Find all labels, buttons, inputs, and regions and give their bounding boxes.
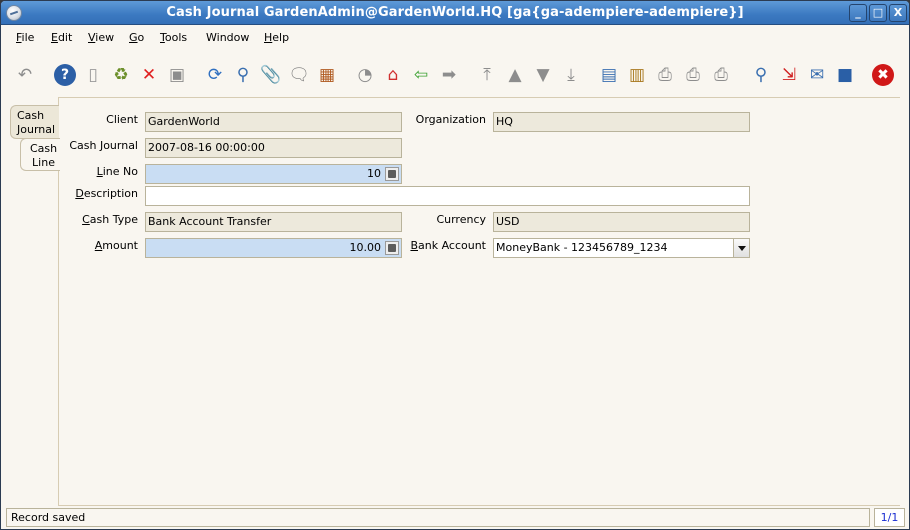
tab-cash-line-line1: Cash: [29, 142, 58, 155]
batch-print-icon[interactable]: ⎙: [710, 64, 732, 86]
cash-journal-field[interactable]: 2007-08-16 00:00:00: [145, 138, 402, 158]
window-title: Cash Journal GardenAdmin@GardenWorld.HQ …: [166, 5, 744, 20]
tab-cash-journal[interactable]: Cash Journal: [10, 105, 59, 139]
cash-type-mnemonic: C: [82, 213, 90, 226]
description-mnemonic: D: [75, 187, 84, 200]
menu-edit-mnemonic: E: [51, 31, 58, 44]
amount-label-text: mount: [102, 239, 138, 252]
tab-cash-journal-line2: Journal: [17, 123, 56, 136]
cash-type-label: Cash Type: [82, 213, 138, 226]
line-no-value: 10: [367, 167, 381, 180]
menu-view[interactable]: View: [88, 31, 114, 44]
attachment-icon[interactable]: 📎: [260, 64, 282, 86]
cash-journal-label: Cash Journal: [69, 139, 138, 152]
previous-record-icon[interactable]: ▲: [504, 64, 526, 86]
menu-edit[interactable]: Edit: [51, 31, 72, 44]
app-window: Cash Journal GardenAdmin@GardenWorld.HQ …: [0, 0, 910, 530]
last-record-icon[interactable]: ⤓: [560, 64, 582, 86]
bank-account-select[interactable]: MoneyBank - 123456789_1234: [493, 238, 750, 258]
delete-selection-icon[interactable]: ✕: [138, 64, 160, 86]
help-icon[interactable]: ?: [54, 64, 76, 86]
close-window-button[interactable]: X: [889, 4, 907, 22]
detail-icon[interactable]: ➡: [438, 64, 460, 86]
calculator-icon[interactable]: [385, 241, 399, 255]
menu-tools[interactable]: Tools: [160, 31, 187, 44]
menu-go-label: o: [137, 31, 145, 44]
next-record-icon[interactable]: ▼: [532, 64, 554, 86]
bank-account-label: Bank Account: [410, 239, 486, 252]
delete-icon[interactable]: ♻: [110, 64, 132, 86]
tab-cash-line[interactable]: Cash Line: [20, 138, 60, 171]
description-input[interactable]: [145, 186, 750, 206]
zoom-across-icon[interactable]: ⚲: [750, 64, 772, 86]
currency-field[interactable]: USD: [493, 212, 750, 232]
exit-icon[interactable]: ✖: [872, 64, 894, 86]
parent-icon[interactable]: ⇦: [410, 64, 432, 86]
tab-strip: Cash Journal Cash Line: [1, 101, 60, 501]
panel-divider: [58, 97, 900, 98]
tab-cash-journal-line1: Cash: [17, 109, 45, 122]
bank-account-label-text: ank Account: [418, 239, 486, 252]
amount-value: 10.00: [349, 241, 382, 254]
menu-window-label: Window: [206, 31, 250, 44]
toolbar: ↶? ▯ ♻ ✕ ▣ ⟳ ⚲ 📎 🗨 ▦ ◔ ⌂ ⇦ ➡ ⤒ ▲ ▼ ⤓ ▤ ▥ ⎙ ⎙ ⎙ ⚲ ⇲ ✉ ■ ✖: [1, 53, 909, 95]
chevron-down-icon[interactable]: [733, 239, 749, 257]
active-workflows-icon[interactable]: ⇲: [778, 64, 800, 86]
request-icon[interactable]: ✉: [806, 64, 828, 86]
organization-field[interactable]: HQ: [493, 112, 750, 132]
client-field[interactable]: GardenWorld: [145, 112, 402, 132]
amount-field[interactable]: 10.00: [145, 238, 402, 258]
amount-label: Amount: [95, 239, 138, 252]
menu-edit-label: dit: [57, 31, 73, 44]
cash-type-field[interactable]: Bank Account Transfer: [145, 212, 402, 232]
save-icon[interactable]: ▣: [166, 64, 188, 86]
find-icon[interactable]: ⚲: [232, 64, 254, 86]
grid-toggle-icon[interactable]: ▦: [316, 64, 338, 86]
description-label: Description: [75, 187, 138, 200]
product-info-icon[interactable]: ■: [834, 64, 856, 86]
tab-cash-line-line2: Line: [32, 156, 55, 169]
chat-icon[interactable]: 🗨: [288, 64, 310, 86]
calculator-icon[interactable]: [385, 167, 399, 181]
description-label-text: escription: [83, 187, 138, 200]
record-count[interactable]: 1/1: [874, 508, 905, 527]
menu-view-label: iew: [95, 31, 115, 44]
new-record-icon[interactable]: ▯: [82, 64, 104, 86]
menu-go-mnemonic: G: [129, 31, 138, 44]
home-icon[interactable]: ⌂: [382, 64, 404, 86]
print-icon[interactable]: ⎙: [682, 64, 704, 86]
status-message: Record saved: [6, 508, 870, 527]
first-record-icon[interactable]: ⤒: [476, 64, 498, 86]
refresh-icon[interactable]: ⟳: [204, 64, 226, 86]
menu-tools-label: ools: [164, 31, 188, 44]
bank-account-value: MoneyBank - 123456789_1234: [496, 241, 668, 254]
menu-help-label: elp: [272, 31, 290, 44]
menu-file-label: ile: [21, 31, 35, 44]
line-no-label: Line No: [97, 165, 138, 178]
menu-window[interactable]: Window: [206, 31, 249, 44]
organization-label: Organization: [415, 113, 486, 126]
print-preview-icon[interactable]: ⎙: [654, 64, 676, 86]
status-bar: Record saved 1/1: [1, 507, 909, 529]
currency-label: Currency: [436, 213, 486, 226]
title-bar[interactable]: Cash Journal GardenAdmin@GardenWorld.HQ …: [1, 1, 909, 25]
cash-type-label-text: ash Type: [89, 213, 138, 226]
menu-go[interactable]: Go: [129, 31, 144, 44]
report-icon[interactable]: ▤: [598, 64, 620, 86]
minimize-button[interactable]: _: [849, 4, 867, 22]
archive-icon[interactable]: ▥: [626, 64, 648, 86]
line-no-field[interactable]: 10: [145, 164, 402, 184]
history-icon[interactable]: ◔: [354, 64, 376, 86]
client-label: Client: [106, 113, 138, 126]
menu-bar: File Edit View Go Tools Window Help: [1, 26, 909, 48]
menu-file[interactable]: File: [16, 31, 34, 44]
menu-help[interactable]: Help: [264, 31, 289, 44]
bank-account-mnemonic: B: [410, 239, 418, 252]
maximize-button[interactable]: □: [869, 4, 887, 22]
undo-icon[interactable]: ↶: [14, 64, 36, 86]
form-panel: [58, 97, 900, 506]
line-no-label-text: ine No: [102, 165, 138, 178]
